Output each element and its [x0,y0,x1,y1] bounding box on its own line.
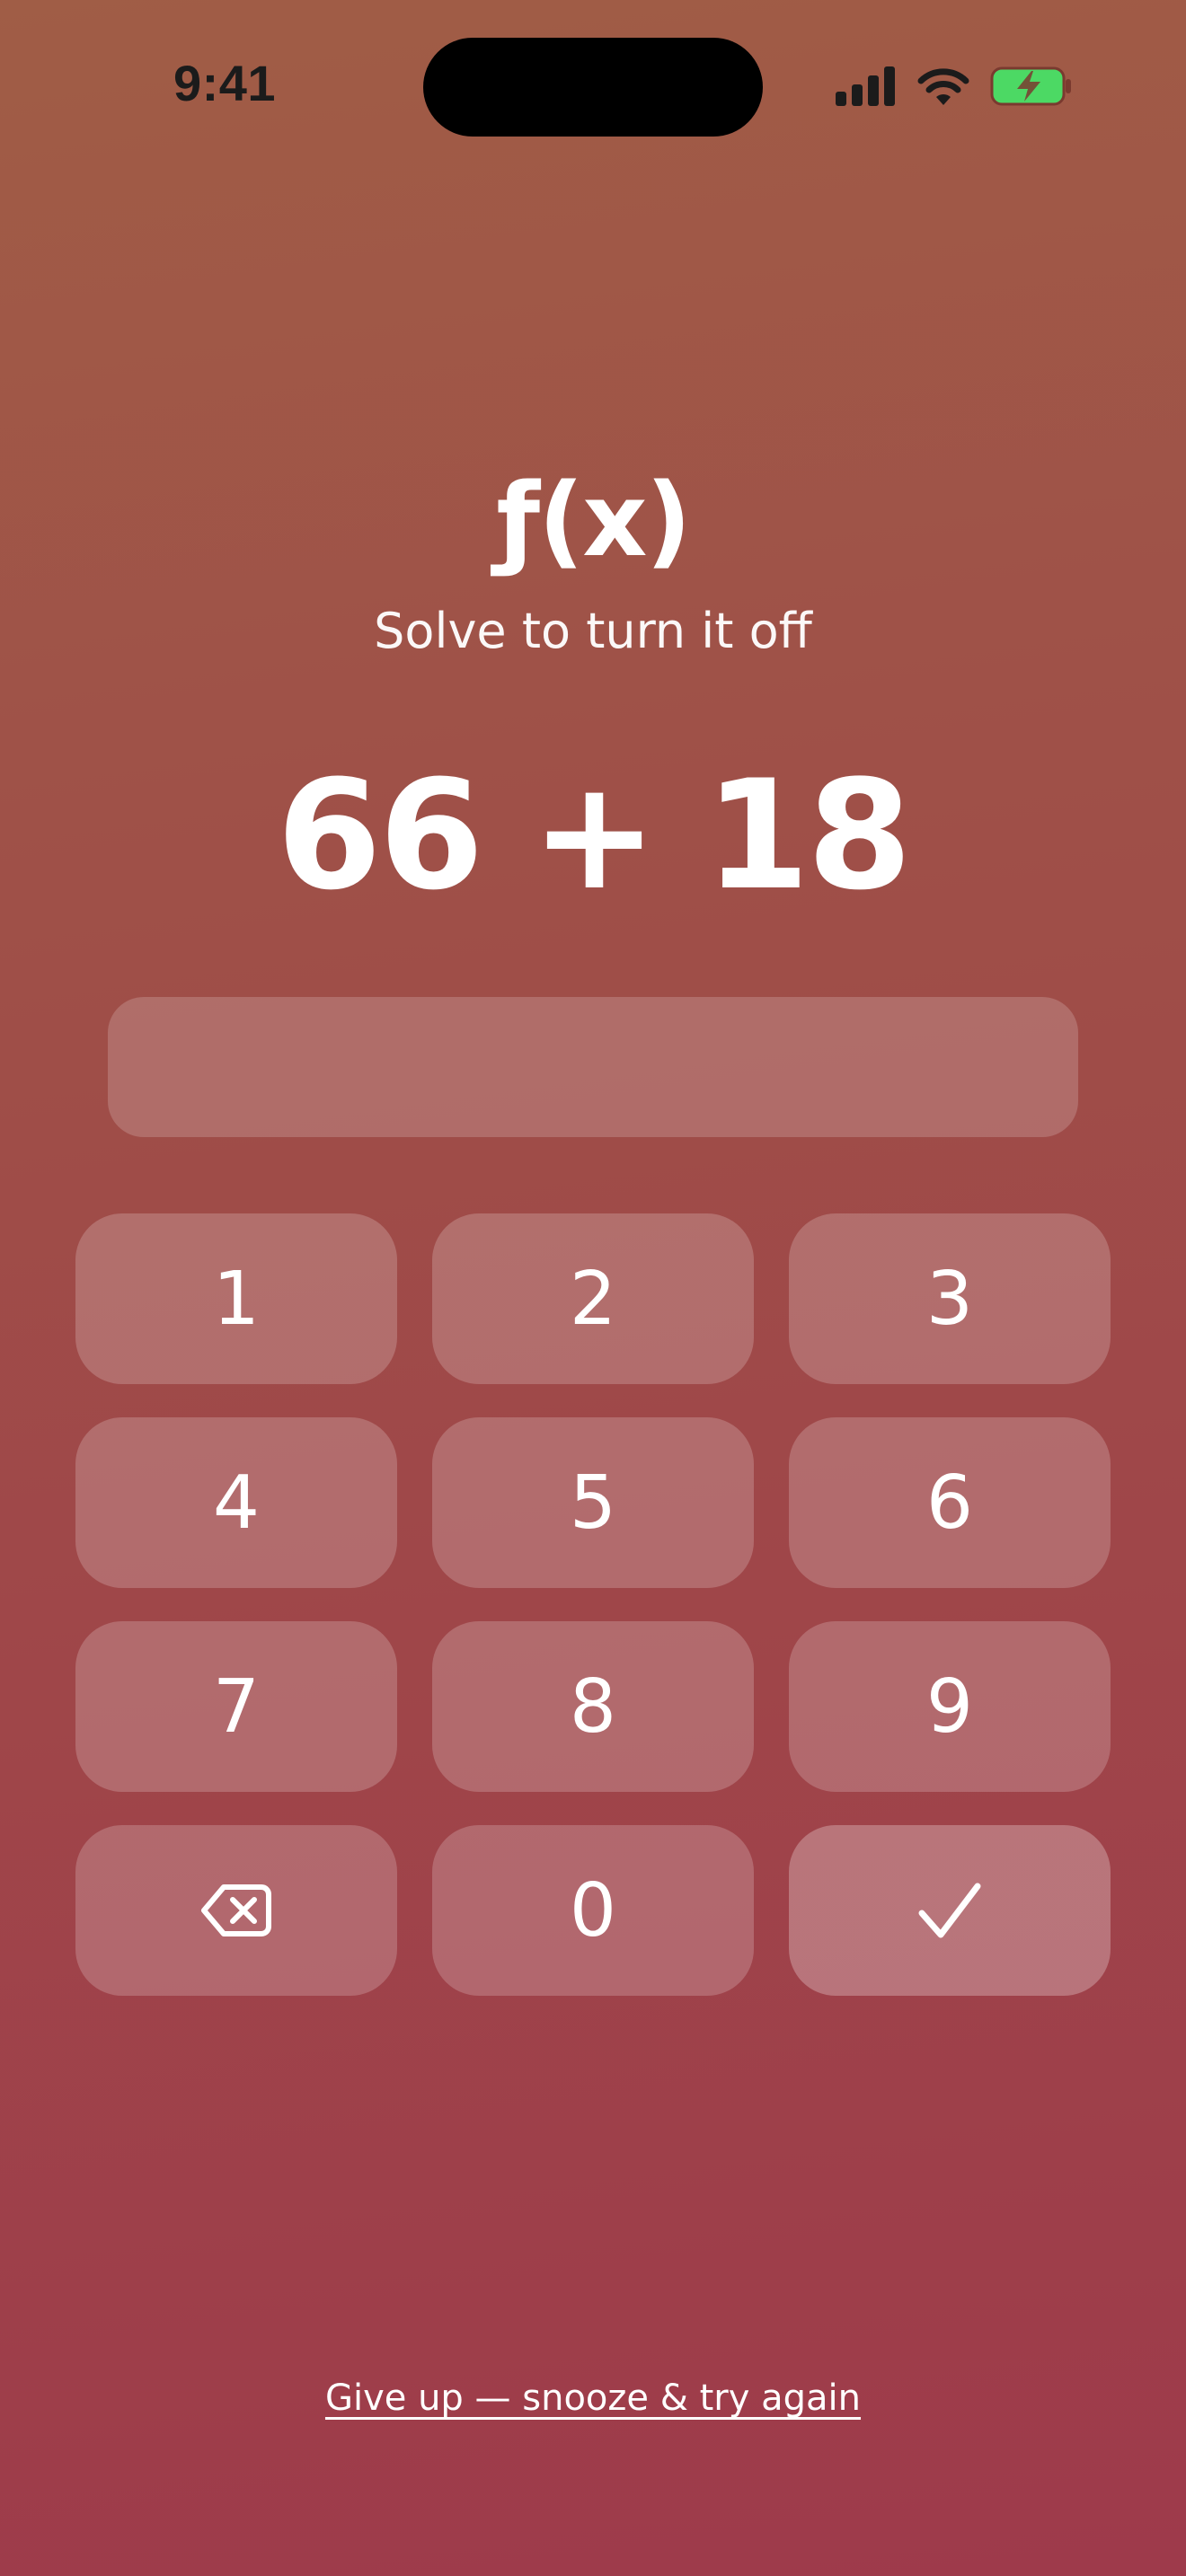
math-problem: 66 + 18 [276,747,912,923]
key-4[interactable]: 4 [75,1417,397,1588]
app-logo: ƒ(x) [496,463,691,579]
key-0[interactable]: 0 [432,1825,754,1996]
key-2[interactable]: 2 [432,1213,754,1384]
wifi-icon [916,66,970,107]
key-3[interactable]: 3 [789,1213,1111,1384]
key-9[interactable]: 9 [789,1621,1111,1792]
answer-field[interactable] [108,997,1078,1137]
key-6[interactable]: 6 [789,1417,1111,1588]
cellular-signal-icon [836,66,897,106]
backspace-icon [200,1882,272,1939]
status-time: 9:41 [173,55,277,111]
checkmark-icon [916,1881,983,1940]
status-icons [836,59,1073,113]
submit-button[interactable] [789,1825,1111,1996]
key-7[interactable]: 7 [75,1621,397,1792]
key-5[interactable]: 5 [432,1417,754,1588]
key-8[interactable]: 8 [432,1621,754,1792]
status-bar: 9:41 [0,0,1186,171]
dynamic-island [423,38,763,137]
give-up-link[interactable]: Give up — snooze & try again [0,2371,1186,2425]
keypad: 1 2 3 4 5 6 7 8 9 0 [75,1213,1111,1996]
key-1[interactable]: 1 [75,1213,397,1384]
battery-charging-icon [990,66,1073,107]
subtitle: Solve to turn it off [374,603,812,659]
delete-button[interactable] [75,1825,397,1996]
